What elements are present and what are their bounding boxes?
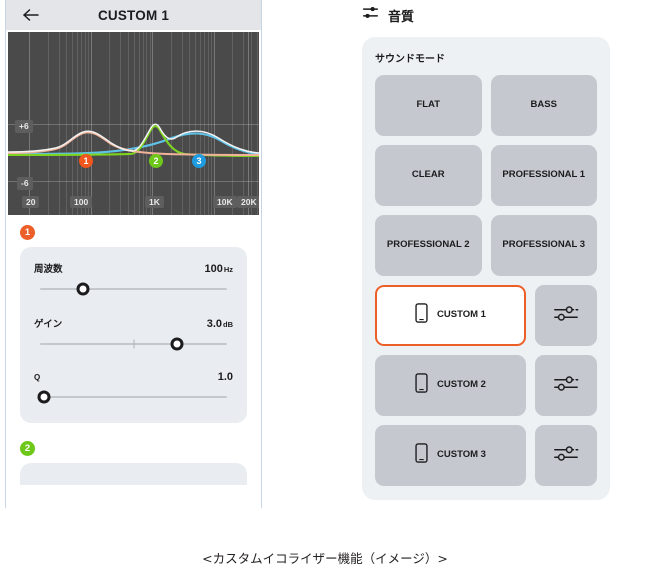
preset-button-professional-3[interactable]: PROFESSIONAL 3 (490, 215, 597, 276)
screenshot-root: CUSTOM 1 +6 -6 20 100 1K 10K 20K 1 2 3 1… (0, 0, 650, 588)
gain-label: ゲイン (34, 319, 63, 330)
y-axis-label-minus6: -6 (17, 177, 33, 190)
preset-grid: FLAT BASS CLEAR PROFESSIONAL 1 PROFESSIO… (375, 75, 597, 276)
y-axis-label-plus6: +6 (15, 120, 33, 133)
equalizer-icon (553, 444, 579, 468)
x-axis-label-100: 100 (70, 195, 93, 208)
x-axis-label-20k: 20K (237, 195, 259, 208)
x-axis-label-10k: 10K (213, 195, 237, 208)
custom-button-1[interactable]: CUSTOM 1 (375, 285, 526, 346)
gain-value: 3.0dB (207, 318, 233, 330)
frequency-label: 周波数 (34, 264, 63, 275)
phone-header: CUSTOM 1 (6, 0, 261, 30)
custom-button-1-label: CUSTOM 1 (437, 309, 486, 321)
custom-button-3[interactable]: CUSTOM 3 (375, 425, 526, 486)
custom-button-3-label: CUSTOM 3 (437, 449, 486, 461)
sound-mode-card: サウンドモード FLAT BASS CLEAR PROFESSIONAL 1 P… (362, 37, 610, 500)
frequency-value: 100Hz (204, 263, 233, 275)
equalizer-icon (553, 374, 579, 398)
page-title: CUSTOM 1 (97, 7, 170, 23)
gain-slider-center-tick (133, 339, 134, 349)
settings-header: 音質 (362, 4, 610, 26)
param-row-frequency: 周波数 100Hz (34, 261, 233, 275)
figure-caption: <カスタムイコライザー機能（イメージ）> (202, 551, 448, 566)
eq-graph[interactable]: +6 -6 20 100 1K 10K 20K 1 2 3 (8, 32, 259, 215)
custom-row-1: CUSTOM 1 (375, 285, 597, 346)
x-axis-label-20: 20 (22, 195, 40, 208)
band-card-1: 周波数 100Hz ゲイン 3.0dB Q 1.0 (20, 247, 247, 423)
phone-app-panel: CUSTOM 1 +6 -6 20 100 1K 10K 20K 1 2 3 1… (5, 0, 262, 508)
custom-row-2: CUSTOM 2 (375, 355, 597, 416)
param-row-gain: ゲイン 3.0dB (34, 316, 233, 330)
custom-edit-button-2[interactable] (535, 355, 597, 416)
settings-title: 音質 (388, 8, 415, 24)
preset-button-professional-1[interactable]: PROFESSIONAL 1 (490, 145, 597, 206)
preset-button-clear[interactable]: CLEAR (375, 145, 482, 206)
q-slider[interactable] (37, 387, 227, 407)
gain-slider-thumb[interactable] (170, 337, 183, 351)
x-axis-label-1k: 1K (145, 195, 164, 208)
custom-button-2-label: CUSTOM 2 (437, 379, 486, 391)
band-badge-2: 2 (20, 441, 35, 456)
custom-edit-button-1[interactable] (535, 285, 597, 346)
phone-icon (415, 443, 428, 468)
phone-icon (415, 373, 428, 398)
eq-curves (8, 123, 259, 158)
preset-button-flat[interactable]: FLAT (375, 75, 482, 136)
param-row-q: Q 1.0 (34, 371, 233, 383)
band-marker-1[interactable]: 1 (79, 154, 93, 168)
frequency-unit: Hz (223, 265, 233, 274)
frequency-slider-thumb[interactable] (76, 282, 90, 296)
custom-row-3: CUSTOM 3 (375, 425, 597, 486)
frequency-slider[interactable] (40, 279, 227, 299)
band-section-1: 1 周波数 100Hz ゲイン 3.0dB Q 1.0 2 (6, 215, 261, 485)
phone-icon (415, 303, 428, 328)
q-slider-track (40, 396, 227, 398)
custom-edit-button-3[interactable] (535, 425, 597, 486)
gain-slider[interactable] (40, 334, 227, 354)
preset-button-professional-2[interactable]: PROFESSIONAL 2 (375, 215, 482, 276)
q-value: 1.0 (217, 371, 233, 383)
gain-unit: dB (223, 320, 233, 329)
band-marker-2[interactable]: 2 (149, 154, 163, 168)
frequency-number: 100 (204, 263, 223, 275)
band-badge-1: 1 (20, 225, 35, 240)
back-arrow-icon[interactable] (20, 5, 40, 25)
equalizer-icon (553, 304, 579, 328)
sound-mode-title: サウンドモード (375, 54, 445, 65)
settings-panel: 音質 サウンドモード FLAT BASS CLEAR PROFESSIONAL … (362, 4, 610, 500)
band-marker-3[interactable]: 3 (192, 154, 206, 168)
custom-button-2[interactable]: CUSTOM 2 (375, 355, 526, 416)
band-card-2 (20, 463, 247, 485)
gain-number: 3.0 (206, 318, 222, 330)
frequency-slider-track (40, 288, 227, 290)
q-slider-thumb[interactable] (37, 390, 51, 404)
q-label: Q (34, 373, 41, 382)
preset-button-bass[interactable]: BASS (490, 75, 597, 136)
tune-sliders-icon (362, 4, 379, 26)
